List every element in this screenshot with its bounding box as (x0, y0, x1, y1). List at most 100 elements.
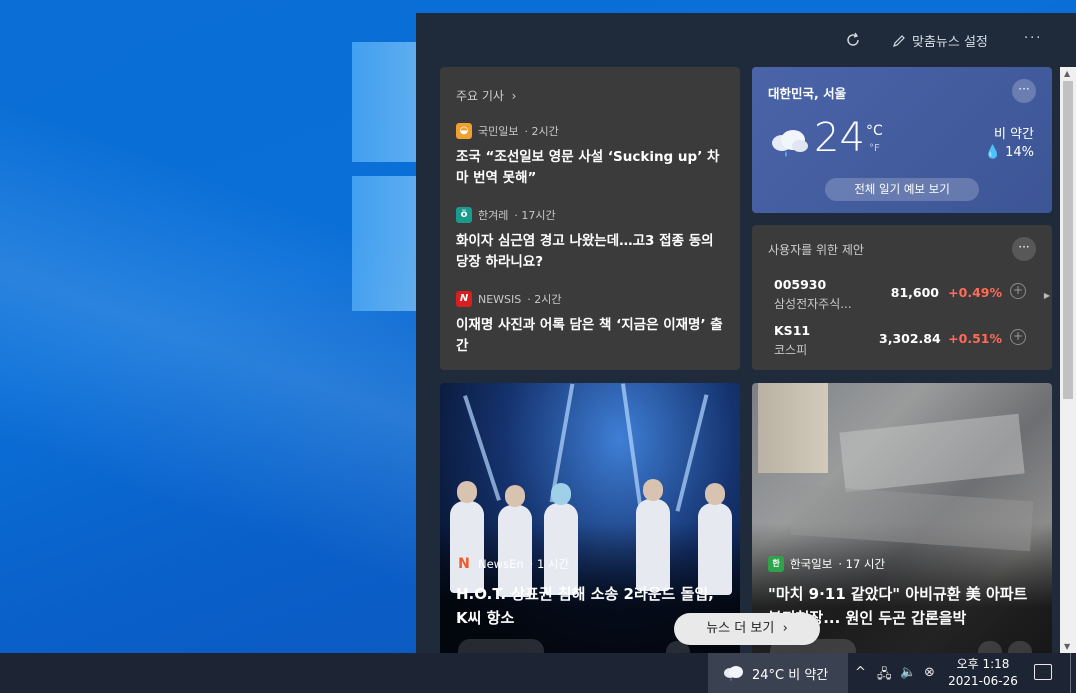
stock-name: 코스피 (774, 343, 808, 357)
show-hidden-icons-icon[interactable]: ^ (855, 665, 866, 680)
rain-cloud-icon (724, 666, 743, 681)
building-image-part (758, 383, 828, 473)
taskbar-clock[interactable]: 오후 1:18 2021-06-26 (946, 656, 1020, 690)
more-news-label: 뉴스 더 보기 (706, 621, 775, 636)
story-item[interactable]: N NEWSIS · 2시간 이재명 사진과 어록 담은 책 ‘지금은 이재명’… (456, 291, 726, 357)
stock-change: +0.51% (948, 331, 1002, 346)
taskbar: 24°C 비 약간 ^ 🖧 🔈 ⊗ 오후 1:18 2021-06-26 (0, 653, 1076, 693)
clock-time: 오후 1:18 (956, 657, 1010, 671)
notification-center-icon[interactable] (1034, 664, 1052, 680)
image-card-time: · 17 시간 (838, 557, 886, 571)
stock-change: +0.49% (948, 285, 1002, 300)
kukmin-ilbo-logo-icon: ◒ (456, 123, 472, 139)
image-card-meta: 한 한국일보 · 17 시간 (768, 556, 885, 572)
personalize-news-label: 맞춤뉴스 설정 (912, 35, 988, 50)
performer-head (551, 483, 571, 505)
story-title: 화이자 심근염 경고 나왔는데…고3 접종 동의 당장 하라니요? (456, 233, 714, 270)
taskbar-weather-text: 24°C 비 약간 (752, 667, 829, 683)
top-stories-card: 주요 기사 › ◒ 국민일보 · 2시간 조국 “조선일보 영문 사설 ‘Suc… (440, 67, 740, 370)
chevron-right-icon: › (778, 621, 788, 636)
ime-icon[interactable]: ⊗ (924, 665, 935, 680)
full-forecast-button[interactable]: 전체 일기 예보 보기 (825, 178, 979, 201)
stocks-title: 사용자를 위한 제안 (768, 243, 864, 257)
volume-icon[interactable]: 🔈 (900, 665, 916, 680)
raindrop-icon: 💧 (984, 145, 1001, 160)
rubble-image-part (790, 484, 1034, 552)
scrollbar-thumb[interactable] (1063, 81, 1073, 399)
precipitation-value: 14% (1005, 145, 1034, 160)
weather-condition: 비 약간 (993, 127, 1034, 142)
desktop-logo-pane (352, 176, 418, 311)
more-button[interactable] (1008, 641, 1032, 653)
panel-scrollbar[interactable]: ▲ ▼ (1060, 67, 1076, 653)
fahrenheit-toggle[interactable]: °F (869, 143, 880, 154)
performer-head (457, 481, 477, 503)
celsius-toggle[interactable]: °C (866, 123, 883, 139)
story-source: NEWSIS (478, 292, 522, 306)
hankyoreh-logo-icon: ö (456, 207, 472, 223)
newsen-logo-icon: N (458, 556, 470, 572)
story-source: 국민일보 (478, 125, 519, 138)
story-time: · 17시간 (514, 209, 556, 222)
rain-cloud-icon (772, 130, 808, 157)
stock-price: 81,600 (890, 285, 939, 300)
image-card-meta: N NewsEn · 1 시간 (456, 556, 569, 572)
stage-decoration (620, 383, 644, 513)
weather-card[interactable]: 대한민국, 서울 ··· 24 °C °F 비 약간 💧 14% 전체 일기 예… (752, 67, 1052, 213)
like-button[interactable] (458, 639, 544, 653)
stock-row[interactable]: 005930 삼성전자주식... 81,600 +0.49% + (774, 277, 1044, 317)
personalize-news-button[interactable]: 맞춤뉴스 설정 (892, 31, 988, 50)
performer-figure (636, 499, 670, 591)
top-stories-title: 주요 기사 (456, 89, 504, 103)
stage-decoration (675, 394, 709, 512)
clock-date: 2021-06-26 (948, 674, 1018, 688)
refresh-button[interactable] (844, 31, 862, 49)
story-title: 조국 “조선일보 영문 사설 ‘Sucking up’ 차마 번역 못해” (456, 149, 720, 186)
image-card-source: 한국일보 (790, 557, 833, 571)
network-icon[interactable]: 🖧 (877, 665, 892, 687)
rubble-image-part (839, 413, 1025, 493)
weather-precipitation: 💧 14% (985, 145, 1034, 160)
more-news-button[interactable]: 뉴스 더 보기 › (674, 613, 820, 645)
performer-head (505, 485, 525, 507)
story-item[interactable]: ö 한겨레 · 17시간 화이자 심근염 경고 나왔는데…고3 접종 동의 당장… (456, 207, 726, 273)
taskbar-weather-button[interactable]: 24°C 비 약간 (708, 653, 848, 693)
stocks-more-button[interactable]: ··· (1012, 237, 1036, 261)
add-stock-icon[interactable]: + (1010, 283, 1026, 299)
hankook-ilbo-logo-icon: 한 (768, 556, 784, 572)
stock-symbol: KS11 (774, 323, 811, 338)
story-time: · 2시간 (524, 125, 559, 138)
top-stories-header[interactable]: 주요 기사 › (456, 87, 516, 104)
desktop-logo-pane (352, 42, 418, 162)
image-card-source: NewsEn (478, 557, 524, 571)
weather-location: 대한민국, 서울 (768, 86, 847, 101)
story-title: 이재명 사진과 어록 담은 책 ‘지금은 이재명’ 출간 (456, 317, 723, 354)
story-time: · 2시간 (527, 293, 562, 306)
scroll-down-icon[interactable]: ▼ (1064, 642, 1070, 651)
stock-row[interactable]: KS11 코스피 3,302.84 +0.51% + (774, 323, 1044, 363)
news-interests-panel: 맞춤뉴스 설정 ··· 주요 기사 › ◒ 국민일보 · 2시간 조국 “조선일… (416, 13, 1076, 653)
chevron-right-icon: › (507, 89, 517, 103)
stock-symbol: 005930 (774, 277, 827, 292)
stocks-card: 사용자를 위한 제안 ··· 005930 삼성전자주식... 81,600 +… (752, 225, 1052, 370)
newsis-logo-icon: N (456, 291, 472, 307)
image-card-time: · 1 시간 (529, 557, 570, 571)
weather-more-button[interactable]: ··· (1012, 79, 1036, 103)
save-button[interactable] (978, 641, 1002, 653)
refresh-icon (847, 32, 859, 46)
stock-price: 3,302.84 (879, 331, 941, 346)
story-item[interactable]: ◒ 국민일보 · 2시간 조국 “조선일보 영문 사설 ‘Sucking up’… (456, 123, 726, 189)
scroll-up-icon[interactable]: ▲ (1064, 69, 1070, 78)
add-stock-icon[interactable]: + (1010, 329, 1026, 345)
show-desktop-button[interactable] (1070, 653, 1071, 693)
performer-figure (450, 501, 484, 593)
stock-name: 삼성전자주식... (774, 297, 852, 311)
panel-header: 맞춤뉴스 설정 ··· (416, 13, 1076, 67)
performer-head (705, 483, 725, 505)
more-options-button[interactable]: ··· (1024, 31, 1042, 46)
weather-temperature: 24 (814, 115, 865, 161)
story-source: 한겨레 (478, 209, 509, 222)
pencil-icon (893, 34, 905, 47)
performer-head (643, 479, 663, 501)
next-arrow-icon[interactable]: ▶ (1044, 291, 1050, 300)
